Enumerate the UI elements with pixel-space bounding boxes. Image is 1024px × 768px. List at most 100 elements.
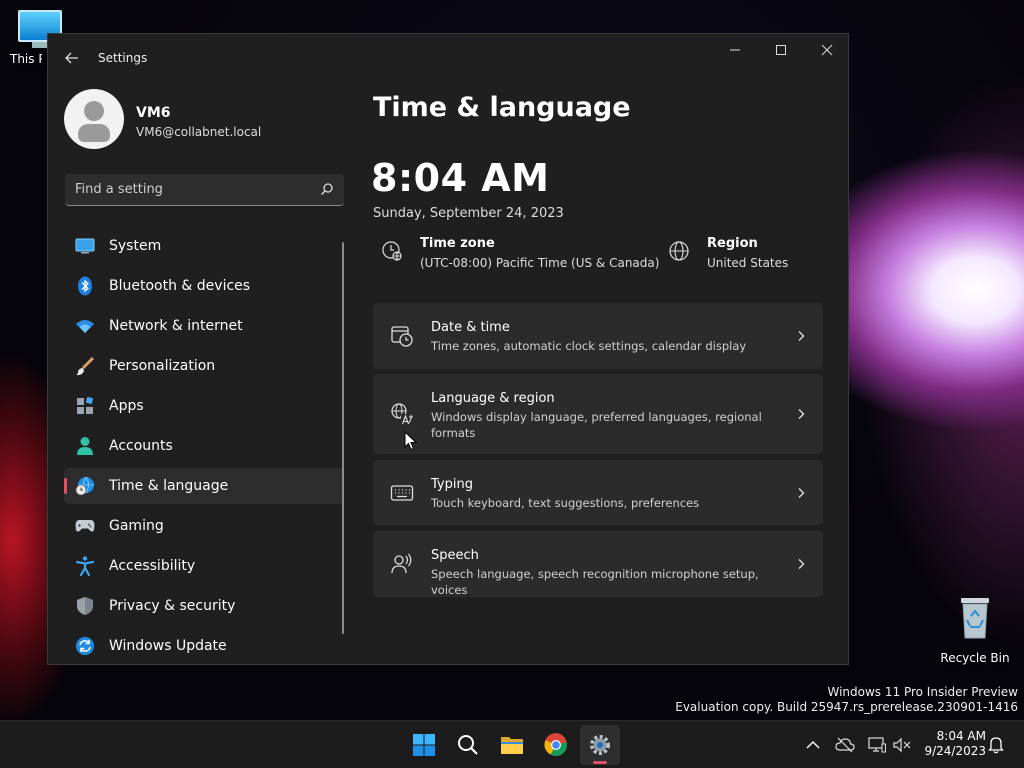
speech-icon bbox=[391, 553, 412, 574]
chevron-right-icon bbox=[798, 559, 805, 569]
cloud-offline-icon bbox=[835, 737, 855, 753]
search-icon bbox=[321, 183, 333, 195]
search-box[interactable] bbox=[65, 174, 344, 206]
globe-clock-icon bbox=[75, 476, 95, 496]
card-speech[interactable]: Speech Speech language, speech recogniti… bbox=[373, 531, 823, 597]
taskbar-clock[interactable]: 8:04 AM 9/24/2023 bbox=[922, 729, 986, 759]
chevron-right-icon bbox=[798, 331, 805, 341]
title-bar[interactable]: Settings bbox=[48, 34, 848, 80]
page-title: Time & language bbox=[373, 92, 631, 123]
sidebar-item-network[interactable]: Network & internet bbox=[64, 308, 344, 344]
desktop-recycle-bin[interactable]: Recycle Bin bbox=[938, 596, 1012, 665]
network-tray-icon[interactable] bbox=[867, 735, 887, 755]
user-profile[interactable]: VM6 VM6@collabnet.local bbox=[64, 89, 364, 153]
close-icon bbox=[821, 44, 833, 56]
chevron-up-icon bbox=[806, 741, 820, 749]
taskbar-search-button[interactable] bbox=[448, 725, 488, 765]
show-hidden-icons-button[interactable] bbox=[803, 735, 823, 755]
sidebar-scrollbar[interactable] bbox=[342, 242, 344, 634]
card-description: Touch keyboard, text suggestions, prefer… bbox=[431, 496, 700, 510]
card-description: Windows display language, preferred lang… bbox=[431, 410, 762, 440]
volume-tray-icon[interactable] bbox=[892, 735, 912, 755]
chevron-right-icon bbox=[798, 409, 805, 419]
chrome-icon bbox=[544, 733, 567, 756]
card-title: Speech bbox=[431, 548, 479, 563]
profile-name: VM6 bbox=[136, 105, 171, 121]
onedrive-tray-icon[interactable] bbox=[835, 735, 855, 755]
notifications-button[interactable] bbox=[986, 735, 1006, 755]
brush-icon bbox=[75, 356, 95, 376]
card-description: Time zones, automatic clock settings, ca… bbox=[431, 339, 747, 353]
bluetooth-icon bbox=[75, 276, 95, 296]
avatar bbox=[64, 89, 124, 149]
sidebar-item-windows-update[interactable]: Windows Update bbox=[64, 628, 344, 664]
current-date: Sunday, September 24, 2023 bbox=[373, 206, 564, 221]
close-button[interactable] bbox=[804, 34, 848, 66]
shield-icon bbox=[75, 596, 95, 616]
sidebar-item-accessibility[interactable]: Accessibility bbox=[64, 548, 344, 584]
calendar-clock-icon bbox=[391, 326, 413, 347]
card-title: Typing bbox=[431, 477, 473, 492]
chevron-right-icon bbox=[798, 488, 805, 498]
chrome-button[interactable] bbox=[536, 725, 576, 765]
update-icon bbox=[75, 636, 95, 656]
mouse-cursor-icon bbox=[404, 431, 418, 451]
sidebar-nav: System Bluetooth & devices Network & int… bbox=[64, 228, 344, 664]
network-monitor-icon bbox=[868, 737, 886, 753]
card-description: Speech language, speech recognition micr… bbox=[431, 567, 759, 597]
taskbar-time: 8:04 AM bbox=[936, 729, 986, 743]
monitor-icon bbox=[75, 236, 95, 256]
profile-email: VM6@collabnet.local bbox=[136, 125, 262, 139]
desktop-icon-label: Recycle Bin bbox=[940, 651, 1010, 665]
recycle-bin-icon bbox=[961, 598, 989, 639]
file-explorer-button[interactable] bbox=[492, 725, 532, 765]
search-input[interactable] bbox=[65, 174, 315, 205]
keyboard-icon bbox=[390, 485, 414, 501]
sidebar-item-time-language[interactable]: Time & language bbox=[64, 468, 344, 504]
sidebar-item-bluetooth[interactable]: Bluetooth & devices bbox=[64, 268, 344, 304]
globe-icon bbox=[669, 241, 689, 261]
person-icon bbox=[75, 436, 95, 456]
start-button[interactable] bbox=[404, 725, 444, 765]
sidebar-item-personalization[interactable]: Personalization bbox=[64, 348, 344, 384]
desktop-icon-label: This PC bbox=[10, 52, 42, 66]
timezone-value: (UTC-08:00) Pacific Time (US & Canada) bbox=[420, 256, 660, 270]
apps-icon bbox=[75, 396, 95, 416]
gear-icon bbox=[590, 735, 610, 755]
back-button[interactable] bbox=[60, 46, 84, 70]
minimize-icon bbox=[730, 49, 740, 51]
accessibility-icon bbox=[75, 556, 95, 576]
card-title: Language & region bbox=[431, 391, 555, 406]
card-title: Date & time bbox=[431, 320, 510, 335]
sidebar-item-apps[interactable]: Apps bbox=[64, 388, 344, 424]
volume-muted-icon bbox=[893, 737, 911, 753]
timezone-icon bbox=[382, 241, 402, 261]
language-icon bbox=[391, 403, 413, 425]
card-language-region[interactable]: Language & region Windows display langua… bbox=[373, 374, 823, 454]
region-value: United States bbox=[707, 256, 789, 270]
windows-logo-icon bbox=[413, 734, 435, 756]
current-time: 8:04 AM bbox=[371, 156, 550, 200]
evaluation-watermark: Windows 11 Pro Insider Preview Evaluatio… bbox=[675, 685, 1018, 714]
back-arrow-icon bbox=[65, 52, 78, 64]
active-indicator bbox=[593, 761, 607, 764]
sidebar-item-privacy-security[interactable]: Privacy & security bbox=[64, 588, 344, 624]
card-date-time[interactable]: Date & time Time zones, automatic clock … bbox=[373, 303, 823, 369]
timezone-title: Time zone bbox=[420, 236, 495, 251]
wifi-icon bbox=[75, 316, 95, 336]
card-typing[interactable]: Typing Touch keyboard, text suggestions,… bbox=[373, 460, 823, 525]
settings-taskbar-button[interactable] bbox=[580, 725, 620, 765]
minimize-button[interactable] bbox=[712, 34, 758, 66]
taskbar-date: 9/24/2023 bbox=[924, 744, 986, 758]
search-icon bbox=[458, 735, 478, 755]
region-title: Region bbox=[707, 236, 758, 251]
bell-icon bbox=[988, 737, 1004, 754]
sidebar-item-accounts[interactable]: Accounts bbox=[64, 428, 344, 464]
taskbar: 8:04 AM 9/24/2023 bbox=[0, 720, 1024, 768]
sidebar-item-gaming[interactable]: Gaming bbox=[64, 508, 344, 544]
window-title: Settings bbox=[98, 51, 148, 65]
maximize-button[interactable] bbox=[758, 34, 804, 66]
folder-icon bbox=[501, 737, 523, 754]
gamepad-icon bbox=[75, 516, 95, 536]
sidebar-item-system[interactable]: System bbox=[64, 228, 344, 264]
